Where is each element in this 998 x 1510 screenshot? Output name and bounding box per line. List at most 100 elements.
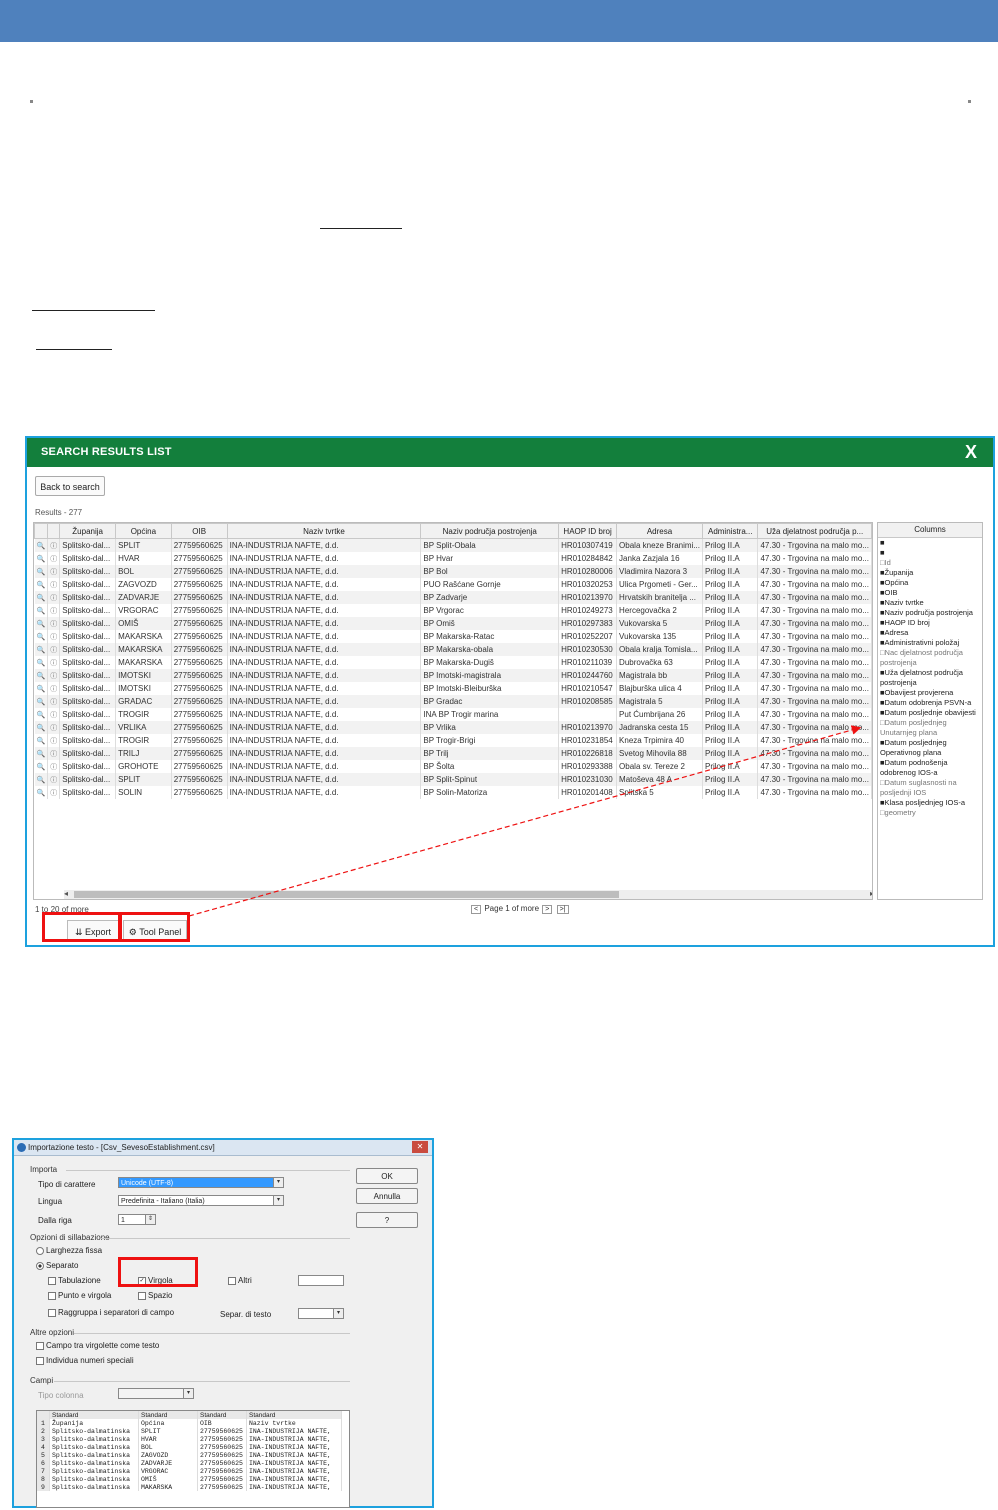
preview-cell: INA-INDUSTRIJA NAFTE, — [246, 1435, 342, 1443]
preview-column-header[interactable]: Standard — [138, 1411, 198, 1419]
close-icon[interactable]: ✕ — [412, 1141, 428, 1153]
radio-icon[interactable] — [36, 1246, 44, 1255]
divider — [74, 1333, 350, 1334]
fixed-width-option[interactable]: Larghezza fissa — [36, 1246, 102, 1255]
preview-cell: SPLIT — [138, 1427, 198, 1435]
charset-select[interactable]: Unicode (UTF-8) ▾ — [118, 1177, 284, 1188]
section-other-options: Altre opzioni — [30, 1328, 75, 1337]
semicolon-checkbox[interactable]: Punto e virgola — [48, 1291, 111, 1300]
app-icon — [17, 1143, 26, 1152]
preview-cell: Splitsko-dalmatinska — [49, 1475, 139, 1483]
pointer-arrow — [188, 725, 862, 917]
merge-separators-checkbox[interactable]: Raggruppa i separatori di campo — [48, 1308, 174, 1317]
preview-column-header[interactable]: Standard — [49, 1411, 139, 1419]
preview-cell: 27759560625 — [197, 1467, 247, 1475]
preview-cell: INA-INDUSTRIJA NAFTE, — [246, 1459, 342, 1467]
preview-cell: 27759560625 — [197, 1443, 247, 1451]
preview-row-number: 1 — [37, 1419, 50, 1427]
text-import-dialog: Importazione testo - [Csv_SevesoEstablis… — [12, 1138, 434, 1508]
language-label: Lingua — [38, 1197, 63, 1206]
quoted-as-text-checkbox[interactable]: Campo tra virgolette come testo — [36, 1341, 159, 1350]
highlight-box — [118, 1257, 198, 1287]
preview-row-number: 6 — [37, 1459, 50, 1467]
preview-row-number: 4 — [37, 1443, 50, 1451]
preview-cell: Splitsko-dalmatinska — [49, 1459, 139, 1467]
divider — [100, 1238, 350, 1239]
other-separator-input[interactable] — [298, 1275, 344, 1286]
preview-row-number: 9 — [37, 1483, 50, 1491]
section-fields: Campi — [30, 1376, 54, 1385]
preview-cell: 27759560625 — [197, 1475, 247, 1483]
preview-row-number: 2 — [37, 1427, 50, 1435]
section-separator: Opzioni di sillabazione — [30, 1233, 110, 1242]
checkbox-icon[interactable] — [138, 1291, 146, 1300]
preview-column-header[interactable]: Standard — [197, 1411, 247, 1419]
stepper-icon[interactable]: ⇕ — [145, 1215, 155, 1224]
separated-option[interactable]: Separato — [36, 1261, 78, 1270]
space-checkbox[interactable]: Spazio — [138, 1291, 172, 1300]
column-type-select[interactable]: ▾ — [118, 1388, 194, 1399]
preview-cell: INA-INDUSTRIJA NAFTE, — [246, 1451, 342, 1459]
preview-cell: HVAR — [138, 1435, 198, 1443]
preview-cell: INA-INDUSTRIJA NAFTE, — [246, 1483, 342, 1491]
merge-label: Raggruppa i separatori di campo — [58, 1308, 175, 1317]
preview-cell: MAKARSKA — [138, 1483, 198, 1491]
preview-cell: 27759560625 — [197, 1435, 247, 1443]
radio-selected-icon[interactable] — [36, 1261, 44, 1270]
preview-row: 8 Splitsko-dalmatinska OMIŠ 27759560625 INA-… — [37, 1475, 342, 1483]
from-row-label: Dalla riga — [38, 1216, 72, 1225]
text-separator-label: Separ. di testo — [220, 1310, 272, 1319]
underline-rule — [36, 349, 112, 350]
preview-column-header[interactable]: Standard — [246, 1411, 342, 1419]
tab-checkbox[interactable]: Tabulazione — [48, 1276, 101, 1285]
checkbox-icon[interactable] — [36, 1356, 44, 1365]
checkbox-icon[interactable] — [36, 1341, 44, 1350]
preview-cell: 27759560625 — [197, 1451, 247, 1459]
preview-header-row: Standard Standard Standard Standard — [37, 1411, 342, 1419]
checkbox-icon[interactable] — [48, 1308, 56, 1317]
other-checkbox[interactable]: Altri — [228, 1276, 252, 1285]
preview-row: 4 Splitsko-dalmatinska BOL 27759560625 INA-I… — [37, 1443, 342, 1451]
preview-cell: Naziv tvrtke — [246, 1419, 342, 1427]
language-select[interactable]: Predefinita - Italiano (Italia) ▾ — [118, 1195, 284, 1206]
checkbox-icon[interactable] — [228, 1276, 236, 1285]
detect-numbers-label: Individua numeri speciali — [46, 1356, 134, 1365]
preview-cell: 27759560625 — [197, 1459, 247, 1467]
preview-row: 1 Županija Općina OIB Naziv tvrtke — [37, 1419, 342, 1427]
preview-row: 3 Splitsko-dalmatinska HVAR 27759560625 INA-… — [37, 1435, 342, 1443]
preview-row: 9 Splitsko-dalmatinska MAKARSKA 27759560625… — [37, 1483, 342, 1491]
preview-row-number: 3 — [37, 1435, 50, 1443]
search-results-panel: SEARCH RESULTS LIST X Back to search Res… — [25, 436, 995, 947]
preview-cell: Županija — [49, 1419, 139, 1427]
preview-cell: ZADVARJE — [138, 1459, 198, 1467]
preview-row: 2 Splitsko-dalmatinska SPLIT 27759560625 INA… — [37, 1427, 342, 1435]
preview-cell: INA-INDUSTRIJA NAFTE, — [246, 1475, 342, 1483]
preview-cell: Splitsko-dalmatinska — [49, 1427, 139, 1435]
preview-row: 7 Splitsko-dalmatinska VRGORAC 27759560625 I… — [37, 1467, 342, 1475]
other-label: Altri — [238, 1276, 252, 1285]
preview-row: 6 Splitsko-dalmatinska ZADVARJE 27759560625… — [37, 1459, 342, 1467]
preview-cell: 27759560625 — [197, 1483, 247, 1491]
tab-label: Tabulazione — [58, 1276, 101, 1285]
from-row-stepper[interactable]: 1 ⇕ — [118, 1214, 156, 1225]
quoted-as-text-label: Campo tra virgolette come testo — [46, 1341, 160, 1350]
ok-button[interactable]: OK — [356, 1168, 418, 1184]
checkbox-icon[interactable] — [48, 1291, 56, 1300]
help-button[interactable]: ? — [356, 1212, 418, 1228]
from-row-value: 1 — [121, 1217, 125, 1224]
dialog-title: Importazione testo - [Csv_SevesoEstablis… — [28, 1143, 215, 1152]
preview-cell: BOL — [138, 1443, 198, 1451]
preview-cell: Splitsko-dalmatinska — [49, 1435, 139, 1443]
cancel-button[interactable]: Annulla — [356, 1188, 418, 1204]
text-separator-select[interactable]: ▾ — [298, 1308, 344, 1319]
preview-row: 5 Splitsko-dalmatinska ZAGVOZD 27759560625 I… — [37, 1451, 342, 1459]
space-label: Spazio — [148, 1291, 173, 1300]
preview-cell: OIB — [197, 1419, 247, 1427]
preview-cell: Splitsko-dalmatinska — [49, 1451, 139, 1459]
detect-numbers-checkbox[interactable]: Individua numeri speciali — [36, 1356, 134, 1365]
dialog-titlebar: Importazione testo - [Csv_SevesoEstablis… — [14, 1140, 432, 1156]
corner-mark — [968, 100, 971, 103]
header-bar — [0, 0, 998, 42]
fixed-width-label: Larghezza fissa — [46, 1246, 103, 1255]
checkbox-icon[interactable] — [48, 1276, 56, 1285]
